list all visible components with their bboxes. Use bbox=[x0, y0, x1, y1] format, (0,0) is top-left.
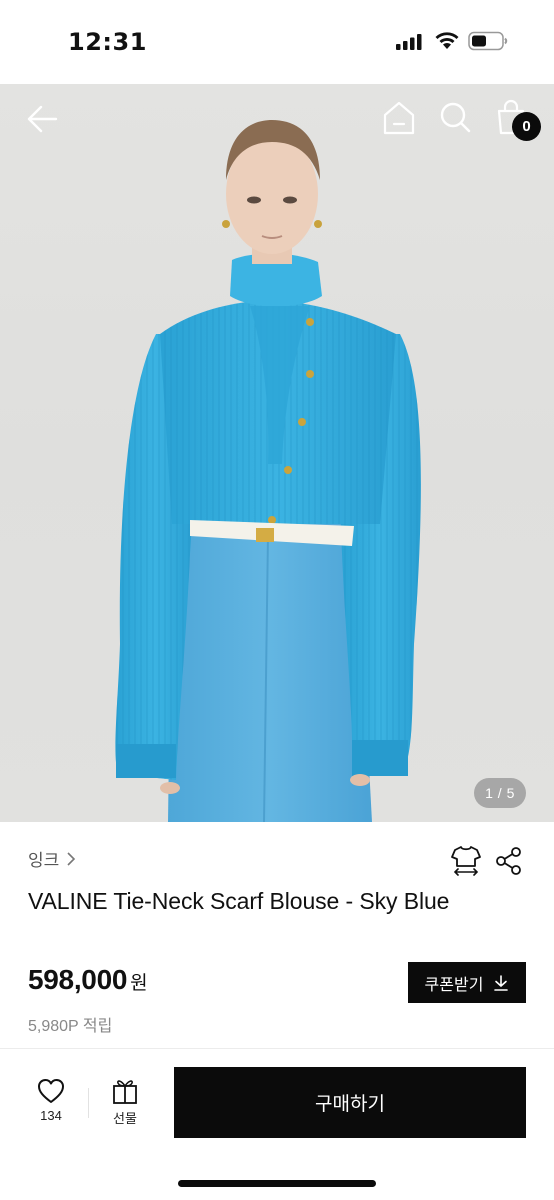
price-amount: 598,000 bbox=[28, 964, 128, 995]
brand-name: 잉크 bbox=[28, 851, 60, 870]
battery-icon bbox=[468, 31, 508, 51]
like-count: 134 bbox=[40, 1108, 62, 1123]
like-button[interactable]: 134 bbox=[26, 1078, 76, 1134]
gift-icon bbox=[113, 1080, 137, 1104]
status-bar: 12:31 bbox=[0, 0, 554, 84]
chevron-right-icon bbox=[67, 851, 76, 866]
coupon-button-label: 쿠폰받기 bbox=[424, 976, 484, 994]
price-currency: 원 bbox=[130, 973, 148, 994]
price: 598,000 원 bbox=[28, 964, 148, 996]
home-indicator bbox=[178, 1180, 376, 1187]
heart-icon bbox=[38, 1079, 64, 1103]
brand-link[interactable]: 잉크 bbox=[28, 846, 77, 871]
size-guide-icon[interactable] bbox=[450, 844, 482, 876]
product-photo bbox=[115, 120, 421, 822]
reward-points: 5,980P 적립 bbox=[28, 1018, 113, 1035]
status-time: 12:31 bbox=[68, 28, 147, 56]
back-arrow-icon[interactable] bbox=[26, 102, 60, 136]
gift-button[interactable]: 선물 bbox=[100, 1078, 150, 1134]
coupon-download-button[interactable]: 쿠폰받기 bbox=[408, 962, 526, 1003]
divider-vertical bbox=[88, 1088, 89, 1118]
wifi-icon bbox=[435, 32, 459, 49]
gift-label: 선물 bbox=[113, 1111, 137, 1126]
share-icon[interactable] bbox=[494, 846, 524, 876]
buy-button[interactable]: 구매하기 bbox=[174, 1067, 526, 1138]
cart-count-badge[interactable]: 0 bbox=[512, 112, 541, 141]
image-counter: 1 / 5 bbox=[474, 778, 526, 808]
download-icon bbox=[494, 974, 509, 991]
divider bbox=[0, 1048, 554, 1049]
product-title: VALINE Tie-Neck Scarf Blouse - Sky Blue bbox=[28, 888, 450, 914]
home-icon[interactable] bbox=[382, 100, 416, 136]
search-icon[interactable] bbox=[438, 100, 472, 136]
product-image-gallery[interactable]: 0 1 / 5 bbox=[0, 84, 554, 822]
cellular-signal-icon bbox=[396, 34, 422, 50]
